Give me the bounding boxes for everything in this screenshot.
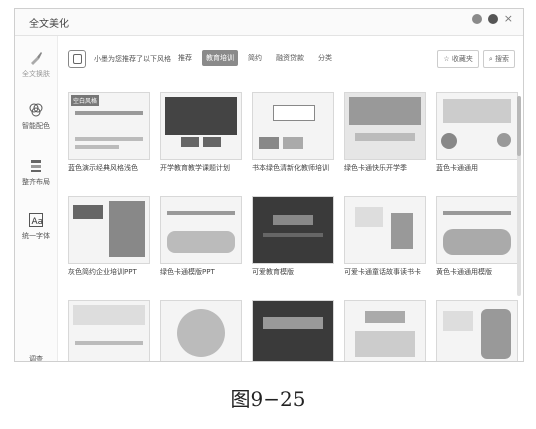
template-thumbnail [68, 300, 150, 361]
survey-label: 调查 [29, 355, 43, 362]
main-panel: 小墨为您推荐了以下风格 推荐 教育培训 简约 融资贷款 分类 ☆ 收藏夹 ⌕ 搜… [58, 36, 523, 361]
sidebar-item-skin[interactable]: 全文换肤 [15, 50, 57, 79]
template-badge: 空白风格 [71, 95, 100, 106]
recommend-prompt: 小墨为您推荐了以下风格 [94, 55, 171, 63]
template-card[interactable] [160, 300, 242, 361]
template-card[interactable]: 蓝色卡通通用 [436, 92, 518, 173]
template-card[interactable]: 可爱教育模版 [252, 196, 334, 277]
filter-simple[interactable]: 简约 [244, 50, 266, 66]
template-caption: 蓝色卡通通用 [436, 164, 478, 172]
template-card[interactable]: 绿色卡通快乐开学季 [344, 92, 426, 173]
template-thumbnail [252, 92, 334, 160]
beautify-dialog: 全文美化 × 全文换肤 智能配色 整齐布局 Aa 统一字体 调查 小墨为您推荐了… [14, 8, 524, 362]
brush-icon [28, 50, 44, 66]
template-card[interactable]: 灰色简约企业培训PPT [68, 196, 150, 277]
svg-text:Aa: Aa [32, 217, 44, 227]
template-caption: 灰色简约企业培训PPT [68, 268, 137, 276]
skin-icon[interactable] [487, 14, 498, 24]
font-icon: Aa [28, 212, 44, 228]
template-thumbnail [436, 92, 518, 160]
sidebar-item-label: 全文换肤 [22, 70, 50, 78]
template-thumbnail [160, 92, 242, 160]
sidebar-item-layout[interactable]: 整齐布局 [15, 158, 57, 187]
template-caption: 可爱卡通童话故事读书卡 [344, 268, 421, 276]
template-card[interactable] [68, 300, 150, 361]
search-button[interactable]: ⌕ 搜索 [482, 50, 515, 68]
template-thumbnail [344, 196, 426, 264]
template-thumbnail [252, 196, 334, 264]
template-card[interactable]: 黄色卡通通用模版 [436, 196, 518, 277]
layout-icon [28, 158, 44, 174]
sidebar-item-color[interactable]: 智能配色 [15, 102, 57, 131]
sidebar-item-label: 智能配色 [22, 122, 50, 130]
window-title: 全文美化 [29, 19, 69, 30]
template-thumbnail [252, 300, 334, 361]
template-card[interactable]: 绿色卡通模版PPT [160, 196, 242, 277]
sidebar-item-font[interactable]: Aa 统一字体 [15, 212, 57, 241]
filter-category[interactable]: 分类 [314, 50, 336, 66]
template-thumbnail [344, 92, 426, 160]
recommend-icon [68, 50, 86, 68]
scrollbar[interactable] [517, 96, 521, 296]
filter-education[interactable]: 教育培训 [202, 50, 238, 66]
template-card[interactable] [252, 300, 334, 361]
template-thumbnail [160, 300, 242, 361]
template-thumbnail [160, 196, 242, 264]
template-thumbnail [436, 300, 518, 361]
sidebar-item-label: 整齐布局 [22, 178, 50, 186]
template-card[interactable]: 空白风格 蓝色演示经典风格浅色 [68, 92, 150, 173]
template-caption: 蓝色演示经典风格浅色 [68, 164, 138, 172]
template-caption: 绿色卡通快乐开学季 [344, 164, 407, 172]
sidebar-item-label: 统一字体 [22, 232, 50, 240]
toolbar: 小墨为您推荐了以下风格 推荐 教育培训 简约 融资贷款 分类 ☆ 收藏夹 ⌕ 搜… [68, 50, 515, 68]
template-caption: 书本绿色清新化教师培训 [252, 164, 329, 172]
figure-caption: 图9−25 [230, 387, 306, 411]
template-caption: 黄色卡通通用模版 [436, 268, 492, 276]
filter-tabs: 推荐 教育培训 简约 融资贷款 分类 [174, 50, 336, 66]
template-card[interactable]: 书本绿色清新化教师培训 [252, 92, 334, 173]
palette-icon [28, 102, 44, 118]
survey-link[interactable]: 调查 [15, 346, 57, 362]
template-card[interactable]: 开学教育教学课题计划 [160, 92, 242, 173]
close-icon[interactable]: × [504, 13, 513, 24]
favorites-button[interactable]: ☆ 收藏夹 [437, 50, 479, 68]
template-caption: 绿色卡通模版PPT [160, 268, 215, 276]
search-label: 搜索 [495, 55, 509, 63]
template-card[interactable] [436, 300, 518, 361]
title-bar: 全文美化 × [15, 9, 523, 36]
template-card[interactable] [344, 300, 426, 361]
template-thumbnail [344, 300, 426, 361]
help-icon[interactable] [471, 14, 482, 24]
template-card[interactable]: 可爱卡通童话故事读书卡 [344, 196, 426, 277]
template-thumbnail [68, 196, 150, 264]
sidebar: 全文换肤 智能配色 整齐布局 Aa 统一字体 调查 [15, 36, 58, 361]
filter-recommend[interactable]: 推荐 [174, 50, 196, 66]
template-caption: 开学教育教学课题计划 [160, 164, 230, 172]
template-thumbnail: 空白风格 [68, 92, 150, 160]
template-caption: 可爱教育模版 [252, 268, 294, 276]
template-thumbnail [436, 196, 518, 264]
filter-finance[interactable]: 融资贷款 [272, 50, 308, 66]
